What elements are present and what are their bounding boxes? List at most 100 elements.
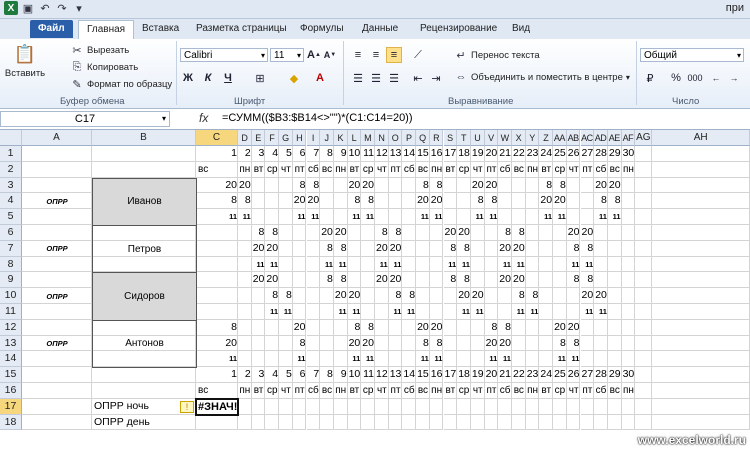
- redo-icon[interactable]: ↷: [55, 1, 69, 15]
- table-cell[interactable]: 11: [252, 257, 266, 273]
- align-left-icon[interactable]: ☰: [350, 70, 366, 86]
- table-cell[interactable]: 20: [389, 272, 403, 288]
- tab-6[interactable]: Рецензирование: [412, 20, 505, 38]
- grid-cell[interactable]: [333, 319, 348, 336]
- employee-name-cell[interactable]: Сидоров: [92, 272, 197, 321]
- table-cell[interactable]: 15: [416, 146, 430, 162]
- column-header-G[interactable]: G: [279, 130, 293, 146]
- grid-cell[interactable]: [607, 414, 622, 431]
- align-bottom-icon[interactable]: ≡: [386, 47, 402, 63]
- grid-cell[interactable]: [553, 240, 567, 257]
- grid-cell[interactable]: [594, 414, 608, 431]
- grid-cell[interactable]: [92, 146, 196, 162]
- table-cell[interactable]: чт: [279, 162, 293, 178]
- table-cell[interactable]: вс: [416, 383, 430, 399]
- table-cell[interactable]: 20: [594, 288, 608, 304]
- row-header-18[interactable]: 18: [0, 414, 22, 431]
- table-cell[interactable]: 8: [320, 146, 334, 162]
- table-cell[interactable]: 8: [389, 288, 403, 304]
- grid-cell[interactable]: [525, 351, 540, 368]
- grid-cell[interactable]: [251, 335, 266, 352]
- grid-cell[interactable]: [553, 272, 567, 289]
- grid-cell[interactable]: [652, 367, 750, 383]
- grid-cell[interactable]: [621, 240, 636, 257]
- grid-cell[interactable]: [607, 398, 622, 415]
- table-cell[interactable]: пн: [430, 383, 444, 399]
- table-cell[interactable]: 20: [553, 320, 567, 336]
- undo-icon[interactable]: ↶: [38, 1, 52, 15]
- table-cell[interactable]: 8: [539, 178, 553, 194]
- grid-cell[interactable]: [580, 193, 595, 210]
- row-header-3[interactable]: 3: [0, 177, 22, 194]
- grid-cell[interactable]: [457, 398, 471, 415]
- column-header-AD[interactable]: AD: [594, 130, 608, 146]
- table-cell[interactable]: 20: [375, 241, 389, 257]
- grid-cell[interactable]: [525, 256, 540, 273]
- grid-cell[interactable]: [251, 304, 266, 320]
- table-cell[interactable]: 16: [430, 367, 444, 383]
- grid-cell[interactable]: [429, 398, 444, 415]
- grid-cell[interactable]: [92, 161, 196, 178]
- grow-font-icon[interactable]: A ▲: [306, 47, 322, 63]
- table-cell[interactable]: 20: [594, 178, 608, 194]
- row-header-8[interactable]: 8: [0, 256, 22, 273]
- table-cell[interactable]: сб: [307, 162, 321, 178]
- grid-cell[interactable]: [635, 319, 653, 336]
- table-cell[interactable]: 20: [430, 320, 444, 336]
- table-cell[interactable]: 24: [539, 146, 553, 162]
- grid-cell[interactable]: [566, 398, 581, 415]
- grid-cell[interactable]: [621, 225, 636, 241]
- grid-cell[interactable]: [443, 335, 458, 352]
- grid-cell[interactable]: [388, 351, 403, 368]
- grid-cell[interactable]: [292, 398, 307, 415]
- bold-button[interactable]: Ж: [180, 70, 196, 86]
- grid-cell[interactable]: [635, 256, 653, 273]
- table-cell[interactable]: пт: [293, 162, 307, 178]
- grid-cell[interactable]: [621, 319, 636, 336]
- grid-cell[interactable]: [92, 367, 196, 383]
- table-cell[interactable]: 20: [375, 272, 389, 288]
- grid-cell[interactable]: [22, 225, 92, 241]
- table-cell[interactable]: 15: [416, 367, 430, 383]
- table-cell[interactable]: 11: [196, 209, 238, 225]
- table-cell[interactable]: 11: [457, 304, 471, 320]
- table-cell[interactable]: сб: [402, 383, 416, 399]
- grid-cell[interactable]: [525, 209, 540, 225]
- grid-cell[interactable]: [333, 177, 348, 194]
- row-header-13[interactable]: 13: [0, 335, 22, 352]
- grid-cell[interactable]: [22, 367, 92, 383]
- grid-cell[interactable]: [580, 335, 595, 352]
- insert-function-icon[interactable]: fx: [199, 111, 208, 125]
- grid-cell[interactable]: [320, 398, 334, 415]
- grid-cell[interactable]: [594, 240, 608, 257]
- grid-cell[interactable]: [652, 193, 750, 210]
- decrease-decimal-icon[interactable]: →: [726, 70, 742, 86]
- grid-cell[interactable]: [238, 398, 252, 415]
- grid-cell[interactable]: [306, 398, 321, 415]
- grid-cell[interactable]: [539, 319, 554, 336]
- table-cell[interactable]: 11: [402, 304, 416, 320]
- grid-cell[interactable]: [539, 240, 554, 257]
- grid-cell[interactable]: [375, 193, 389, 210]
- format-painter-button[interactable]: ✎ Формат по образцу: [70, 77, 172, 91]
- grid-cell[interactable]: [470, 414, 485, 431]
- table-cell[interactable]: 8: [196, 320, 238, 336]
- table-cell[interactable]: 20: [252, 241, 266, 257]
- grid-cell[interactable]: [347, 256, 362, 273]
- column-header-W[interactable]: W: [498, 130, 512, 146]
- grid-cell[interactable]: [306, 414, 321, 431]
- merge-center-button[interactable]: ⇔ Объединить и поместить в центре ▾: [454, 70, 630, 84]
- table-cell[interactable]: 11: [581, 257, 595, 273]
- table-cell[interactable]: 8: [279, 288, 293, 304]
- table-cell[interactable]: 20: [348, 178, 362, 194]
- table-cell[interactable]: 8: [581, 272, 595, 288]
- italic-button[interactable]: К: [200, 70, 216, 86]
- table-cell[interactable]: 11: [512, 257, 526, 273]
- copy-button[interactable]: ⎘ Копировать: [70, 60, 139, 74]
- grid-cell[interactable]: [251, 319, 266, 336]
- grid-cell[interactable]: [635, 146, 653, 162]
- table-cell[interactable]: 11: [498, 351, 512, 367]
- grid-cell[interactable]: [416, 225, 430, 241]
- grid-cell[interactable]: [361, 272, 375, 289]
- grid-cell[interactable]: [333, 398, 348, 415]
